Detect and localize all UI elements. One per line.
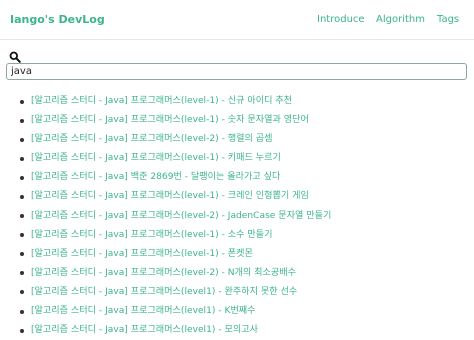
result-link[interactable]: [알고리즘 스터디 - Java] 프로그래머스(level-1) - 폰켓몬 — [31, 245, 253, 264]
result-link[interactable]: [알고리즘 스터디 - Java] 프로그래머스(level-2) - N개의 … — [31, 264, 296, 283]
nav-introduce-link[interactable]: Introduce — [317, 14, 365, 25]
result-link[interactable]: [알고리즘 스터디 - Java] 프로그래머스(level-2) - Jade… — [31, 207, 331, 226]
bullet-icon — [20, 271, 24, 276]
nav-algorithm-link[interactable]: Algorithm — [376, 14, 425, 25]
bullet-icon — [20, 290, 24, 295]
bullet-icon — [20, 328, 24, 333]
bullet-icon — [20, 175, 24, 180]
search-input[interactable] — [6, 63, 467, 80]
nav-tags-link[interactable]: Tags — [437, 14, 459, 25]
bullet-icon — [20, 252, 24, 257]
result-link[interactable]: [알고리즘 스터디 - Java] 프로그래머스(level-1) - 숫자 문… — [31, 111, 309, 130]
bullet-icon — [20, 137, 24, 142]
result-link[interactable]: [알고리즘 스터디 - Java] 프로그래머스(level-2) - 행렬의 … — [31, 130, 272, 149]
result-link[interactable]: [알고리즘 스터디 - Java] 프로그래머스(level1) - K번째수 — [31, 302, 256, 321]
bullet-icon — [20, 214, 24, 219]
result-link[interactable]: [알고리즘 스터디 - Java] 프로그래머스(level-1) - 소수 만… — [31, 226, 272, 245]
result-link[interactable]: [알고리즘 스터디 - Java] 프로그래머스(level1) - 완주하지 … — [31, 283, 297, 302]
bullet-icon — [20, 118, 24, 123]
result-link[interactable]: [알고리즘 스터디 - Java] 프로그래머스(level1) - 모의고사 — [31, 321, 258, 340]
result-link[interactable]: [알고리즘 스터디 - Java] 프로그래머스(level-1) - 키패드 … — [31, 149, 281, 168]
bullet-icon — [20, 309, 24, 314]
result-link[interactable]: [알고리즘 스터디 - Java] 프로그래머스(level-1) - 신규 아… — [31, 92, 292, 111]
bullet-icon — [20, 99, 24, 104]
bullet-icon — [20, 156, 24, 161]
site-title-link[interactable]: Iango's DevLog — [10, 13, 105, 26]
result-link[interactable]: [알고리즘 스터디 - Java] 백준 2869번 - 달팽이는 올라가고 싶… — [31, 168, 280, 187]
search-icon — [9, 51, 21, 63]
bullet-icon — [20, 194, 24, 199]
bullet-icon — [20, 233, 24, 238]
result-link[interactable]: [알고리즘 스터디 - Java] 프로그래머스(level-1) - 크레인 … — [31, 187, 309, 206]
site-header: Iango's DevLog Introduce Algorithm Tags — [0, 0, 474, 40]
